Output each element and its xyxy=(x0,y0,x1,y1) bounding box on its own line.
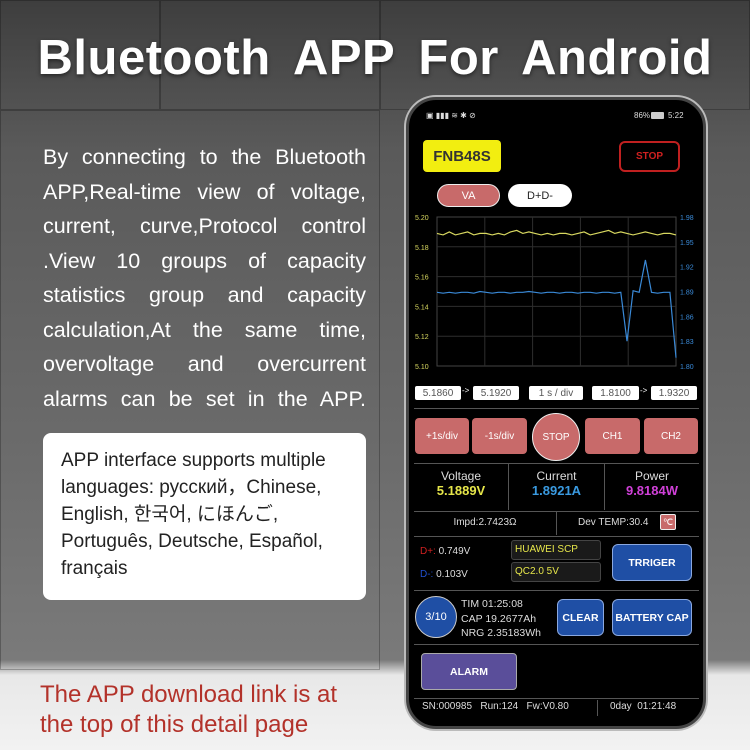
dplus-reading: D+: 0.749V xyxy=(420,546,470,557)
capacity: CAP 19.2677Ah xyxy=(461,612,537,625)
divider xyxy=(414,590,699,591)
divider xyxy=(414,644,699,645)
y-right-tick: 1.89 xyxy=(680,290,694,297)
divider xyxy=(597,700,598,716)
footnote: The APP download link is at the top of t… xyxy=(40,681,338,738)
arrow: -> xyxy=(462,386,470,395)
ch2-button[interactable]: CH2 xyxy=(644,418,698,454)
divider xyxy=(414,463,699,464)
y-left-tick: 5.20 xyxy=(415,215,429,222)
capacity-stats: TIM 01:25:08 CAP 19.2677Ah NRG 2.35183Wh xyxy=(461,597,541,641)
trigger-button[interactable]: TRRIGER xyxy=(612,544,692,581)
dplus-label: D+: xyxy=(420,546,436,557)
divider xyxy=(414,536,699,537)
stop-button[interactable]: STOP xyxy=(619,141,680,172)
signal-icons: ▣ ▮▮▮ ≋ ✱ ⊘ xyxy=(426,111,476,120)
footer-status: SN:000985 Run:124 Fw:V0.80 xyxy=(422,701,569,712)
device-name-badge: FNB48S xyxy=(423,140,501,172)
power-metric: Power 9.8184W xyxy=(605,469,699,498)
dplus-value: 0.749V xyxy=(438,546,471,557)
clock: 5:22 xyxy=(668,111,684,120)
increase-timebase-button[interactable]: +1s/div xyxy=(415,418,469,454)
battery-level: 86% xyxy=(634,111,651,120)
voltage-value: 5.1889V xyxy=(436,483,486,498)
ch2-min-readout[interactable]: 1.8100 xyxy=(592,386,639,400)
decrease-timebase-button[interactable]: -1s/div xyxy=(472,418,527,454)
divider xyxy=(414,408,699,409)
current-label: Current xyxy=(536,469,577,483)
ch1-min-readout[interactable]: 5.1860 xyxy=(415,386,461,400)
timebase-readout[interactable]: 1 s / div xyxy=(529,386,583,400)
elapsed-time: TIM 01:25:08 xyxy=(461,598,523,610)
dminus-reading: D-: 0.103V xyxy=(420,569,468,580)
y-right-tick: 1.95 xyxy=(680,240,694,247)
y-right-tick: 1.92 xyxy=(680,265,694,272)
ch1-max-readout[interactable]: 5.1920 xyxy=(473,386,519,400)
y-left-tick: 5.12 xyxy=(415,334,429,341)
ch1-button[interactable]: CH1 xyxy=(585,418,640,454)
serial-number: SN:000985 xyxy=(422,701,473,712)
protocol-huawei-scp[interactable]: HUAWEI SCP xyxy=(511,540,601,560)
y-left-tick: 5.14 xyxy=(415,304,429,311)
languages-note: APP interface supports multiple language… xyxy=(43,433,366,600)
y-right-tick: 1.86 xyxy=(680,314,694,321)
current-value: 1.8921A xyxy=(531,483,582,498)
plot-frame xyxy=(436,216,677,367)
impedance: Impd:2.7423Ω xyxy=(453,517,517,528)
uptime: 0day 01:21:48 xyxy=(610,701,677,712)
headline: Bluetooth APP For Android xyxy=(37,31,713,85)
battery-icon xyxy=(651,112,664,119)
divider xyxy=(556,511,557,535)
power-label: Power xyxy=(634,469,669,483)
dminus-label: D-: xyxy=(420,569,434,580)
current-metric: Current 1.8921A xyxy=(509,469,604,498)
tab-va[interactable]: VA xyxy=(437,184,500,207)
y-right-tick: 1.83 xyxy=(680,339,694,346)
voltage-metric: Voltage 5.1889V xyxy=(414,469,508,498)
y-right-tick: 1.98 xyxy=(680,215,694,222)
power-value: 9.8184W xyxy=(625,483,679,498)
divider xyxy=(414,698,699,699)
y-left-tick: 5.16 xyxy=(415,275,429,282)
device-temperature: Dev TEMP:30.4 xyxy=(578,517,649,528)
voltage-series-line xyxy=(436,229,677,236)
battery-cap-button[interactable]: BATTERY CAP xyxy=(612,599,692,636)
energy: NRG 2.35183Wh xyxy=(461,627,541,639)
tab-dplus-dminus[interactable]: D+D- xyxy=(508,184,572,207)
description: By connecting to the Bluetooth APP,Real-… xyxy=(43,145,366,411)
protocol-qc20[interactable]: QC2.0 5V xyxy=(511,562,601,582)
firmware-version: Fw:V0.80 xyxy=(526,701,569,712)
voltage-label: Voltage xyxy=(440,469,482,483)
temperature-unit-toggle[interactable]: ℃ xyxy=(660,514,676,530)
y-left-tick: 5.10 xyxy=(415,364,429,371)
dminus-value: 0.103V xyxy=(436,569,468,580)
capacity-group-selector[interactable]: 3/10 xyxy=(415,596,457,638)
y-left-tick: 5.18 xyxy=(415,245,429,252)
arrow: -> xyxy=(640,386,648,395)
current-series-line xyxy=(436,259,677,358)
va-chart: 5.20 5.18 5.16 5.14 5.12 5.10 1.98 1.95 1.92 1.89… xyxy=(415,215,694,371)
chart-stop-button[interactable]: STOP xyxy=(532,413,580,461)
run-count: Run:124 xyxy=(480,701,519,712)
y-right-tick: 1.80 xyxy=(680,364,694,371)
ch2-max-readout[interactable]: 1.9320 xyxy=(651,386,697,400)
clear-button[interactable]: CLEAR xyxy=(557,599,604,636)
alarm-button[interactable]: ALARM xyxy=(421,653,517,690)
